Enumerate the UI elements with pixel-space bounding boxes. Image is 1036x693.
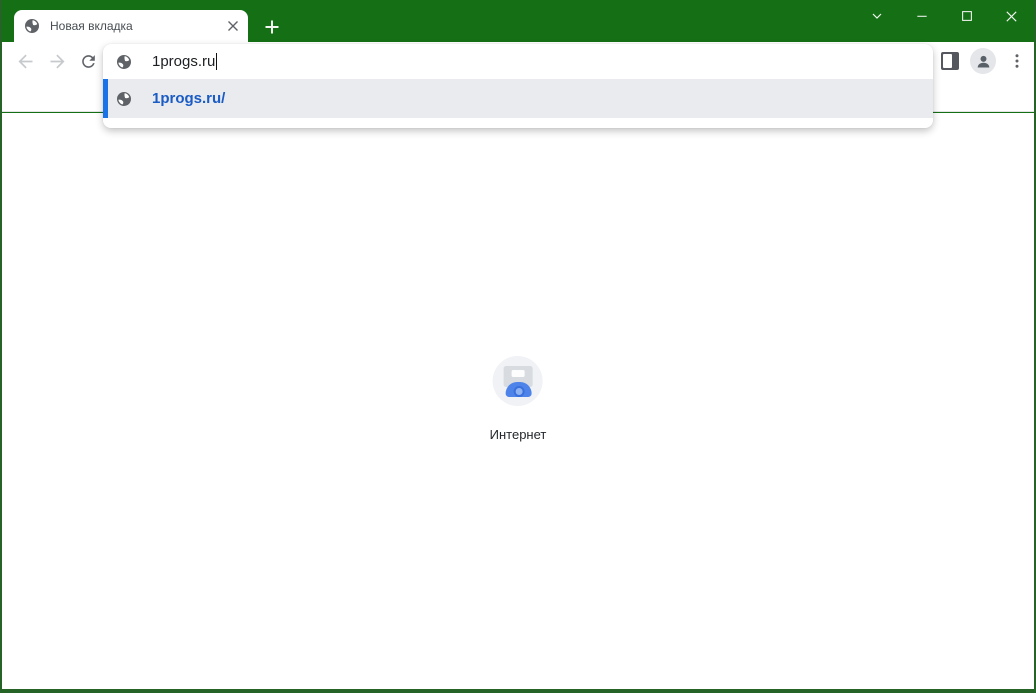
window-maximize-button[interactable] — [944, 0, 989, 32]
plus-icon — [264, 19, 280, 35]
page-content: Интернет — [2, 113, 1034, 689]
address-bar-value: 1progs.ru — [152, 53, 216, 70]
globe-favicon-icon — [24, 18, 40, 34]
avatar — [970, 48, 996, 74]
browser-menu-button[interactable] — [1003, 47, 1031, 75]
close-icon — [1004, 9, 1019, 24]
reload-button[interactable] — [74, 47, 102, 75]
mini-chrome-logo-shape — [505, 382, 532, 397]
suggestion-url: 1progs.ru/ — [152, 90, 226, 107]
three-dot-menu-icon — [1008, 52, 1026, 70]
new-tab-button[interactable] — [258, 13, 286, 41]
address-bar-input[interactable]: 1progs.ru — [103, 44, 933, 79]
window-controls — [854, 0, 1034, 32]
reload-icon — [79, 52, 98, 71]
mini-chrome-logo-core — [513, 386, 525, 397]
window-chevron-button[interactable] — [854, 0, 899, 32]
tab-title: Новая вкладка — [50, 19, 133, 33]
profile-button[interactable] — [969, 47, 997, 75]
back-button[interactable] — [11, 47, 39, 75]
side-panel-button[interactable] — [936, 47, 964, 75]
forward-button[interactable] — [43, 47, 71, 75]
mini-address-bar-shape — [511, 370, 525, 377]
internet-app-label: Интернет — [489, 427, 547, 442]
window-minimize-button[interactable] — [899, 0, 944, 32]
text-caret — [216, 53, 218, 70]
side-panel-icon — [941, 52, 959, 70]
internet-app-icon — [492, 356, 543, 406]
tab-new-tab[interactable]: Новая вкладка — [14, 10, 248, 42]
omnibox-popup: 1progs.ru 1progs.ru/ — [103, 44, 933, 128]
forward-arrow-icon — [47, 51, 68, 72]
tab-strip: Новая вкладка — [2, 0, 1034, 42]
globe-icon — [116, 54, 132, 70]
tab-close-icon[interactable] — [224, 17, 242, 35]
omnibox-suggestion-selected[interactable]: 1progs.ru/ — [103, 79, 933, 118]
browser-window: Новая вкладка Интернет 1progs.ru 1progs.… — [0, 0, 1036, 693]
minimize-icon — [915, 9, 929, 23]
maximize-icon — [960, 9, 974, 23]
back-arrow-icon — [15, 51, 36, 72]
window-close-button[interactable] — [989, 0, 1034, 32]
internet-app-tile[interactable]: Интернет — [489, 356, 547, 442]
popup-footer — [103, 118, 933, 128]
chevron-down-icon — [869, 8, 885, 24]
globe-icon — [116, 91, 132, 107]
